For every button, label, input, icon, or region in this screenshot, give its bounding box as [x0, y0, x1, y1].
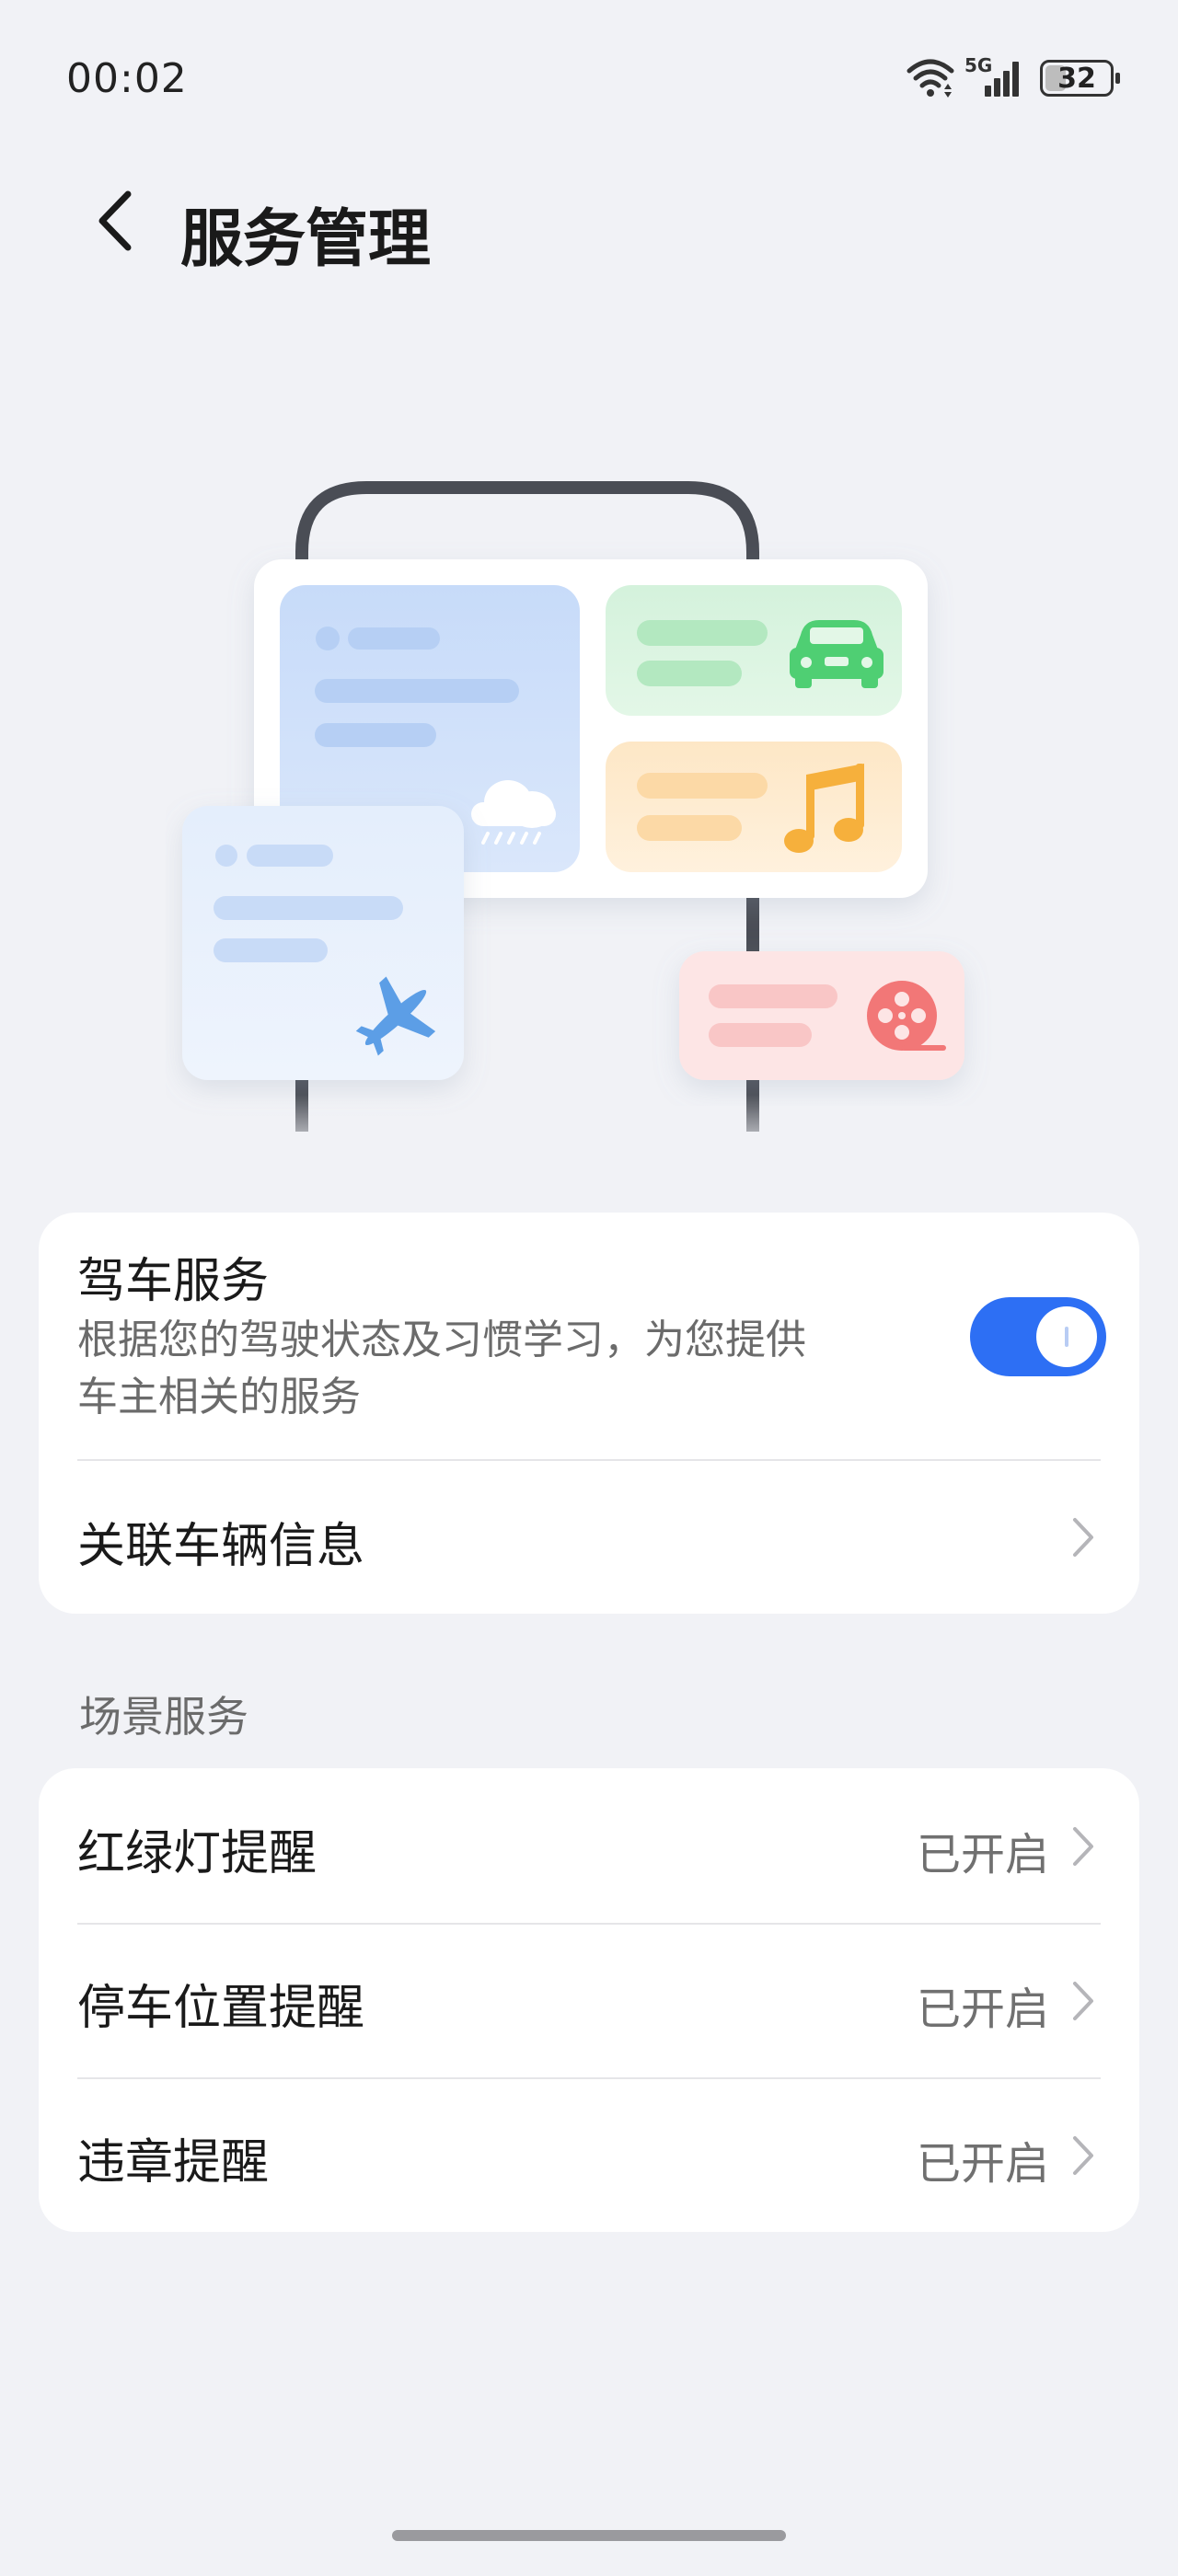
scene-item-label: 违章提醒	[77, 2135, 270, 2191]
scene-item-traffic-light[interactable]: 红绿灯提醒 已开启	[39, 1768, 1139, 1923]
signal-indicator: 5G	[964, 54, 1023, 98]
scene-item-status: 已开启	[916, 2138, 1049, 2190]
status-icons: 5G 32	[906, 54, 1120, 101]
linked-vehicle-label: 关联车辆信息	[77, 1519, 365, 1574]
battery-level-text: 32	[1057, 62, 1096, 95]
home-indicator[interactable]	[392, 2530, 786, 2541]
scene-services-card: 红绿灯提醒 已开启 停车位置提醒 已开启 违章提醒 已开启	[39, 1768, 1139, 2232]
driving-service-toggle[interactable]	[970, 1297, 1106, 1376]
page-title: 服务管理	[180, 203, 432, 276]
chevron-right-icon	[1073, 2136, 1093, 2175]
driving-service-desc-line2: 车主相关的服务	[77, 1374, 361, 1420]
linked-vehicle-row[interactable]: 关联车辆信息	[39, 1461, 1139, 1614]
driving-service-title: 驾车服务	[77, 1254, 270, 1309]
scene-item-label: 红绿灯提醒	[77, 1826, 318, 1881]
signal-bars-icon	[985, 62, 1019, 97]
chevron-right-icon	[1073, 1827, 1093, 1866]
header: 服务管理	[0, 166, 1178, 276]
toggle-knob	[1036, 1306, 1097, 1367]
chevron-right-icon	[1073, 1982, 1093, 2020]
scene-section-label: 场景服务	[79, 1692, 248, 1742]
scene-item-status: 已开启	[916, 1829, 1049, 1880]
scene-item-status: 已开启	[916, 1984, 1049, 2035]
scene-item-parking[interactable]: 停车位置提醒 已开启	[39, 1925, 1139, 2077]
scene-item-violation[interactable]: 违章提醒 已开启	[39, 2079, 1139, 2232]
battery-indicator: 32	[1040, 60, 1120, 97]
status-bar: 00:02 5G 32	[0, 0, 1178, 156]
driving-service-desc-line1: 根据您的驾驶状态及习惯学习，为您提供	[77, 1317, 806, 1363]
back-arrow-icon	[98, 190, 132, 251]
driving-service-card: 驾车服务 根据您的驾驶状态及习惯学习，为您提供 车主相关的服务 关联车辆信息	[39, 1213, 1139, 1614]
wifi-icon	[907, 59, 954, 98]
chevron-right-icon	[1073, 1518, 1093, 1557]
back-button[interactable]	[77, 184, 151, 258]
driving-service-row: 驾车服务 根据您的驾驶状态及习惯学习，为您提供 车主相关的服务	[39, 1213, 1139, 1459]
status-time: 00:02	[66, 55, 188, 102]
battery-cap	[1115, 73, 1120, 84]
service-illustration	[166, 481, 994, 1159]
scene-item-label: 停车位置提醒	[77, 1981, 365, 2036]
